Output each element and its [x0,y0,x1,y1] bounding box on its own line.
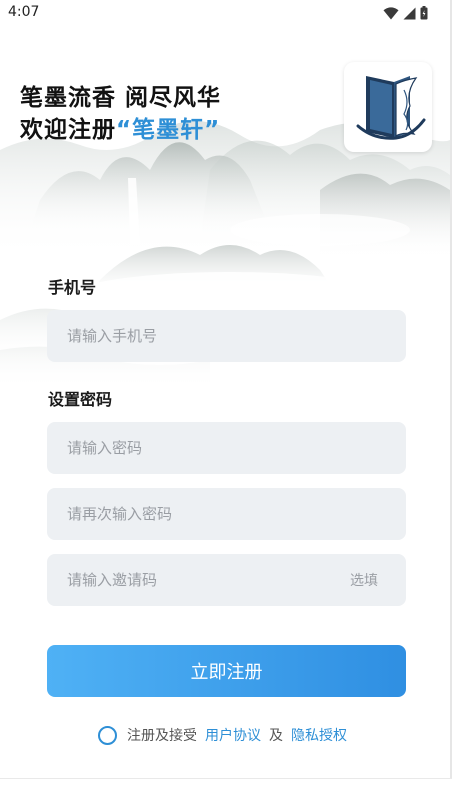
register-screen: 4:07 笔墨流香 阅尽风华 欢迎注册“笔墨轩” 手机号 请输入手机号 设置密码… [0,0,450,778]
confirm-password-field[interactable] [47,488,406,540]
welcome-headline: 笔墨流香 阅尽风华 欢迎注册“笔墨轩” [20,82,221,146]
confirm-password-input[interactable] [47,488,406,540]
phone-field[interactable] [47,310,406,362]
privacy-policy-link[interactable]: 隐私授权 [291,725,347,745]
slogan: 笔墨流香 阅尽风华 [20,85,222,111]
welcome-text: 欢迎注册 [20,117,116,143]
battery-icon [420,6,428,20]
invite-code-field[interactable]: 选填 [47,554,406,606]
bottom-strip [0,778,452,805]
radio-unchecked-icon[interactable] [98,725,117,745]
password-label: 设置密码 [48,390,113,409]
agreement-row: 注册及接受 用户协议 及 隐私授权 [98,724,347,746]
optional-tag: 选填 [350,573,378,589]
status-bar: 4:07 [0,0,450,26]
password-input[interactable] [47,422,406,474]
phone-label: 手机号 [48,278,97,297]
phone-input[interactable] [47,310,406,362]
agreement-and: 及 [269,728,283,744]
wifi-icon [383,6,399,19]
register-button[interactable]: 立即注册 [47,645,406,697]
app-logo [344,62,432,152]
user-agreement-link[interactable]: 用户协议 [205,725,261,745]
password-field[interactable] [47,422,406,474]
status-icons [383,6,428,20]
app-logo-book-icon [356,76,426,140]
signal-icon [403,7,416,19]
status-time: 4:07 [8,4,40,20]
welcome-line: 欢迎注册“笔墨轩” [20,114,221,146]
brand-name: “笔墨轩” [116,117,221,143]
agreement-prefix: 注册及接受 [127,728,197,744]
